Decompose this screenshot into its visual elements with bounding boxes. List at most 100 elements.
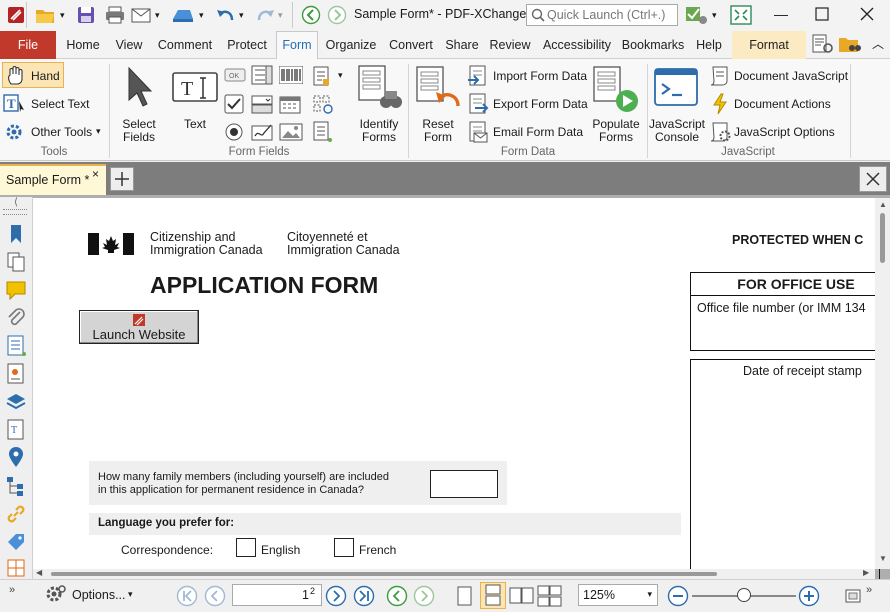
chevron-down-icon[interactable]: ▾ — [128, 589, 133, 600]
javascript-options-button[interactable]: JavaScript Options — [734, 125, 835, 139]
horizontal-scroll-thumb[interactable] — [51, 572, 717, 576]
close-window-button[interactable] — [860, 7, 874, 21]
chevron-down-icon[interactable]: ▾ — [60, 10, 65, 21]
horizontal-scrollbar[interactable]: ◀ ▶ — [33, 568, 875, 579]
fit-page-icon[interactable] — [845, 589, 861, 603]
chevron-down-icon[interactable]: ▾ — [278, 10, 283, 21]
launch-website-button[interactable]: Launch Website — [79, 310, 199, 344]
ui-options-icon[interactable] — [685, 4, 709, 26]
french-checkbox[interactable] — [334, 538, 354, 557]
zoom-out-icon[interactable] — [667, 585, 689, 607]
expand-statusbar-right-icon[interactable]: » — [866, 584, 872, 596]
quick-launch-search[interactable]: Quick Launch (Ctrl+.) — [526, 4, 678, 26]
close-document-button[interactable] — [859, 166, 887, 192]
attachments-icon[interactable] — [5, 307, 27, 329]
forward-icon[interactable] — [327, 5, 347, 25]
document-properties-icon[interactable] — [811, 33, 835, 55]
last-page-icon[interactable] — [353, 585, 375, 607]
tab-protect[interactable]: Protect — [222, 34, 272, 56]
text-field-icon[interactable]: T — [171, 69, 219, 109]
signature-field-icon[interactable] — [251, 121, 275, 143]
signatures-icon[interactable] — [5, 363, 27, 385]
fullscreen-icon[interactable] — [730, 5, 752, 25]
import-form-data-button[interactable]: Import Form Data — [493, 69, 587, 83]
field-grid-icon[interactable] — [312, 94, 334, 114]
more-panels-icon[interactable] — [5, 559, 27, 577]
scan-icon[interactable] — [170, 5, 196, 25]
scroll-right-icon[interactable]: ▶ — [863, 568, 869, 577]
single-page-view-icon[interactable] — [455, 585, 475, 607]
date-field-icon[interactable] — [279, 94, 301, 114]
tab-organize[interactable]: Organize — [322, 34, 380, 56]
open-folder-icon[interactable] — [34, 5, 58, 25]
list-box-icon[interactable] — [251, 65, 273, 85]
redo-icon[interactable] — [254, 5, 276, 25]
barcode-icon[interactable] — [279, 66, 303, 84]
tab-file[interactable]: File — [0, 31, 56, 59]
next-view-icon[interactable] — [413, 585, 435, 607]
english-checkbox[interactable] — [236, 538, 256, 557]
next-page-icon[interactable] — [325, 585, 347, 607]
scroll-left-icon[interactable]: ◀ — [36, 568, 42, 577]
button-field-icon[interactable]: OK — [224, 67, 246, 83]
tab-help[interactable]: Help — [690, 34, 728, 56]
tab-format[interactable]: Format — [732, 31, 806, 59]
first-page-icon[interactable] — [176, 585, 198, 607]
options-button[interactable]: Options... — [72, 588, 126, 602]
chevron-down-icon[interactable]: ▾ — [239, 10, 244, 21]
zoom-slider-thumb[interactable] — [737, 588, 751, 602]
tab-bookmarks[interactable]: Bookmarks — [620, 34, 686, 56]
document-tab[interactable]: Sample Form * × — [0, 164, 106, 195]
links-icon[interactable] — [5, 503, 27, 525]
undo-icon[interactable] — [215, 5, 237, 25]
chevron-down-icon[interactable]: ▾ — [199, 10, 204, 21]
select-fields-button[interactable]: Select Fields — [116, 118, 162, 144]
tab-share[interactable]: Share — [442, 34, 482, 56]
chevron-down-icon[interactable]: ▾ — [338, 70, 343, 81]
text-field-button[interactable]: Text — [174, 118, 216, 131]
collapse-ribbon-icon[interactable]: ︿ — [872, 35, 884, 52]
identify-forms-button[interactable]: Identify Forms — [352, 118, 406, 144]
location-icon[interactable] — [5, 447, 27, 469]
back-icon[interactable] — [301, 5, 321, 25]
radio-button-icon[interactable] — [224, 122, 246, 142]
print-icon[interactable] — [104, 5, 126, 25]
close-tab-icon[interactable]: × — [92, 167, 99, 181]
previous-view-icon[interactable] — [386, 585, 408, 607]
email-form-data-button[interactable]: Email Form Data — [493, 125, 583, 139]
family-members-input[interactable] — [430, 470, 498, 498]
chevron-down-icon[interactable]: ▾ — [712, 10, 717, 21]
vertical-scroll-thumb[interactable] — [880, 213, 885, 263]
save-icon[interactable] — [76, 5, 96, 25]
checkbox-field-icon[interactable] — [224, 94, 246, 114]
facing-view-icon[interactable] — [509, 585, 535, 607]
export-form-data-button[interactable]: Export Form Data — [493, 97, 588, 111]
open-folder-binoculars-icon[interactable] — [838, 33, 862, 55]
document-actions-button[interactable]: Document Actions — [734, 97, 831, 111]
zoom-slider[interactable] — [692, 586, 796, 606]
new-tab-button[interactable] — [110, 167, 134, 191]
tab-convert[interactable]: Convert — [384, 34, 438, 56]
tab-view[interactable]: View — [110, 34, 148, 56]
layers-icon[interactable] — [5, 391, 27, 413]
vertical-scrollbar[interactable]: ▲ ▼ — [875, 198, 890, 569]
continuous-view-button[interactable] — [480, 582, 506, 609]
minimize-button[interactable]: — — [774, 6, 788, 22]
form-field-dropdown-icon[interactable] — [312, 66, 332, 86]
image-field-icon[interactable] — [279, 121, 303, 143]
comments-icon[interactable] — [5, 279, 27, 301]
tab-comment[interactable]: Comment — [152, 34, 218, 56]
tab-form[interactable]: Form — [276, 31, 318, 60]
reset-form-button[interactable]: Reset Form — [414, 118, 462, 144]
previous-page-icon[interactable] — [204, 585, 226, 607]
chevron-down-icon[interactable]: ▾ — [155, 10, 160, 21]
combo-box-icon[interactable] — [251, 94, 273, 114]
chevron-down-icon[interactable]: ▾ — [96, 126, 101, 137]
tab-accessibility[interactable]: Accessibility — [538, 34, 616, 56]
zoom-select[interactable]: 125% ▾ — [578, 584, 658, 606]
sidebar-collapse-icon[interactable]: ⟨ — [14, 197, 18, 208]
populate-forms-button[interactable]: Populate Forms — [588, 118, 644, 144]
form-fields-icon[interactable] — [5, 335, 27, 357]
javascript-console-button[interactable]: JavaScript Console — [648, 118, 706, 144]
scroll-up-icon[interactable]: ▲ — [879, 200, 887, 209]
